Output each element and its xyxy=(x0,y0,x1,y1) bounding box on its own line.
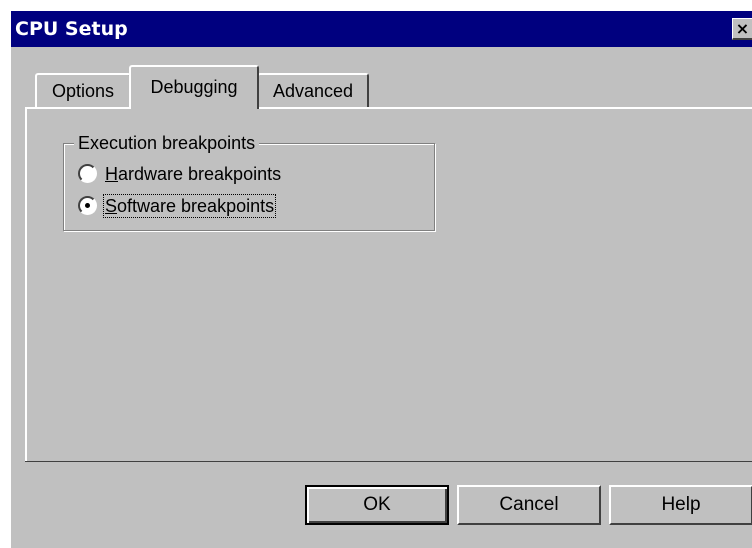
debugging-panel: Execution breakpoints Hardware breakpoin… xyxy=(25,107,752,461)
window-title: CPU Setup xyxy=(15,18,128,40)
cpu-setup-dialog: CPU Setup × Options Debugging Advanced E… xyxy=(10,10,752,548)
ok-button[interactable]: OK xyxy=(305,485,449,525)
tab-debugging-label: Debugging xyxy=(150,77,238,97)
tab-advanced-label: Advanced xyxy=(272,81,354,101)
tab-options[interactable]: Options xyxy=(35,73,131,107)
group-legend: Execution breakpoints xyxy=(74,130,260,156)
radio-selected-dot xyxy=(85,202,90,208)
hardware-breakpoints-radio[interactable] xyxy=(78,163,97,183)
tab-advanced[interactable]: Advanced xyxy=(257,73,369,107)
close-icon[interactable]: × xyxy=(732,18,752,40)
tab-options-label: Options xyxy=(51,81,115,101)
help-button[interactable]: Help xyxy=(609,485,752,525)
software-breakpoints-option[interactable]: Software breakpoints xyxy=(78,192,277,220)
hardware-breakpoints-option[interactable]: Hardware breakpoints xyxy=(78,160,281,188)
title-bar[interactable]: CPU Setup × xyxy=(11,11,752,47)
button-separator xyxy=(25,461,752,462)
hardware-breakpoints-label: Hardware breakpoints xyxy=(105,164,282,184)
software-breakpoints-radio[interactable] xyxy=(78,195,97,215)
tab-debugging[interactable]: Debugging xyxy=(129,65,259,109)
cancel-button[interactable]: Cancel xyxy=(457,485,601,525)
execution-breakpoints-group: Execution breakpoints Hardware breakpoin… xyxy=(63,130,435,231)
software-breakpoints-label: Software breakpoints xyxy=(102,194,277,218)
